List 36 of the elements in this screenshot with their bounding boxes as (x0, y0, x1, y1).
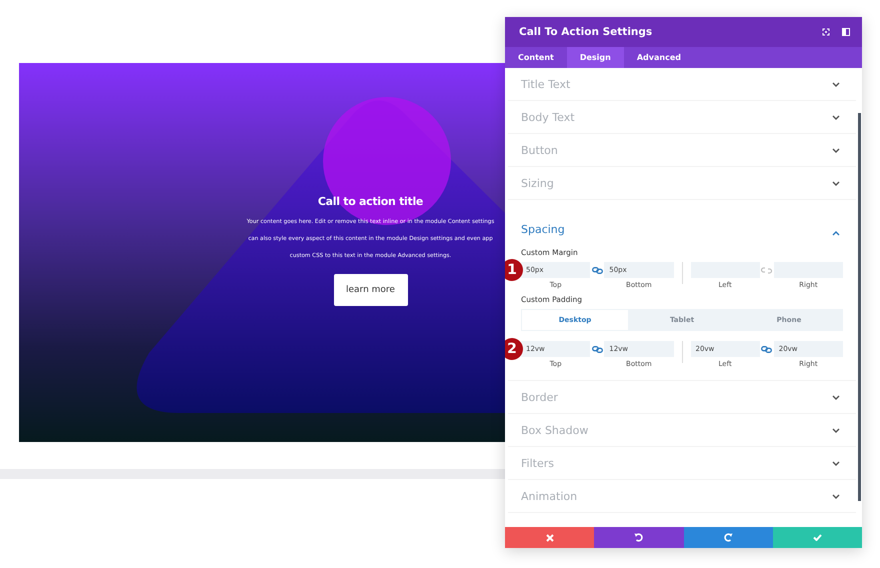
close-icon (546, 534, 554, 542)
redo-icon (724, 533, 733, 542)
learn-more-button[interactable]: learn more (334, 274, 408, 306)
section-header[interactable]: Spacing (508, 200, 856, 242)
save-button[interactable] (772, 527, 862, 548)
chevron-up-icon (832, 231, 840, 236)
value-field[interactable] (690, 262, 760, 278)
horizontal-scrollbar[interactable] (0, 469, 505, 479)
callout-badge: 1 (505, 259, 523, 281)
callout-badge: 2 (505, 338, 523, 360)
link-icon[interactable] (761, 346, 772, 352)
vertical-scrollbar[interactable] (858, 113, 861, 501)
cta-title: Call to action title (318, 195, 424, 208)
settings-tab[interactable]: Content (505, 47, 567, 68)
chevron-down-icon (832, 148, 840, 152)
chevron-down-icon (832, 114, 840, 120)
undo-icon (634, 533, 644, 542)
expand-icon[interactable] (822, 28, 830, 36)
link-icon[interactable] (592, 346, 603, 352)
chevron-down-icon (832, 460, 840, 466)
chevron-down-icon (832, 394, 840, 400)
checkmark-icon (812, 534, 822, 541)
link-icon[interactable] (592, 266, 603, 274)
settings-tab[interactable]: Advanced (624, 47, 694, 68)
redo-button[interactable] (684, 527, 773, 548)
chevron-down-icon (832, 428, 840, 432)
undo-button[interactable] (594, 527, 684, 548)
broken-link-icon[interactable] (761, 266, 772, 274)
chevron-down-icon (832, 180, 840, 186)
sidebar-icon[interactable] (842, 28, 850, 36)
value-field[interactable] (774, 262, 843, 278)
cancel-button[interactable] (505, 527, 594, 548)
chevron-down-icon (832, 494, 840, 498)
settings-tab[interactable]: Design (566, 47, 624, 68)
chevron-down-icon (832, 82, 840, 86)
panel-title: Call To Action Settings (519, 26, 654, 38)
